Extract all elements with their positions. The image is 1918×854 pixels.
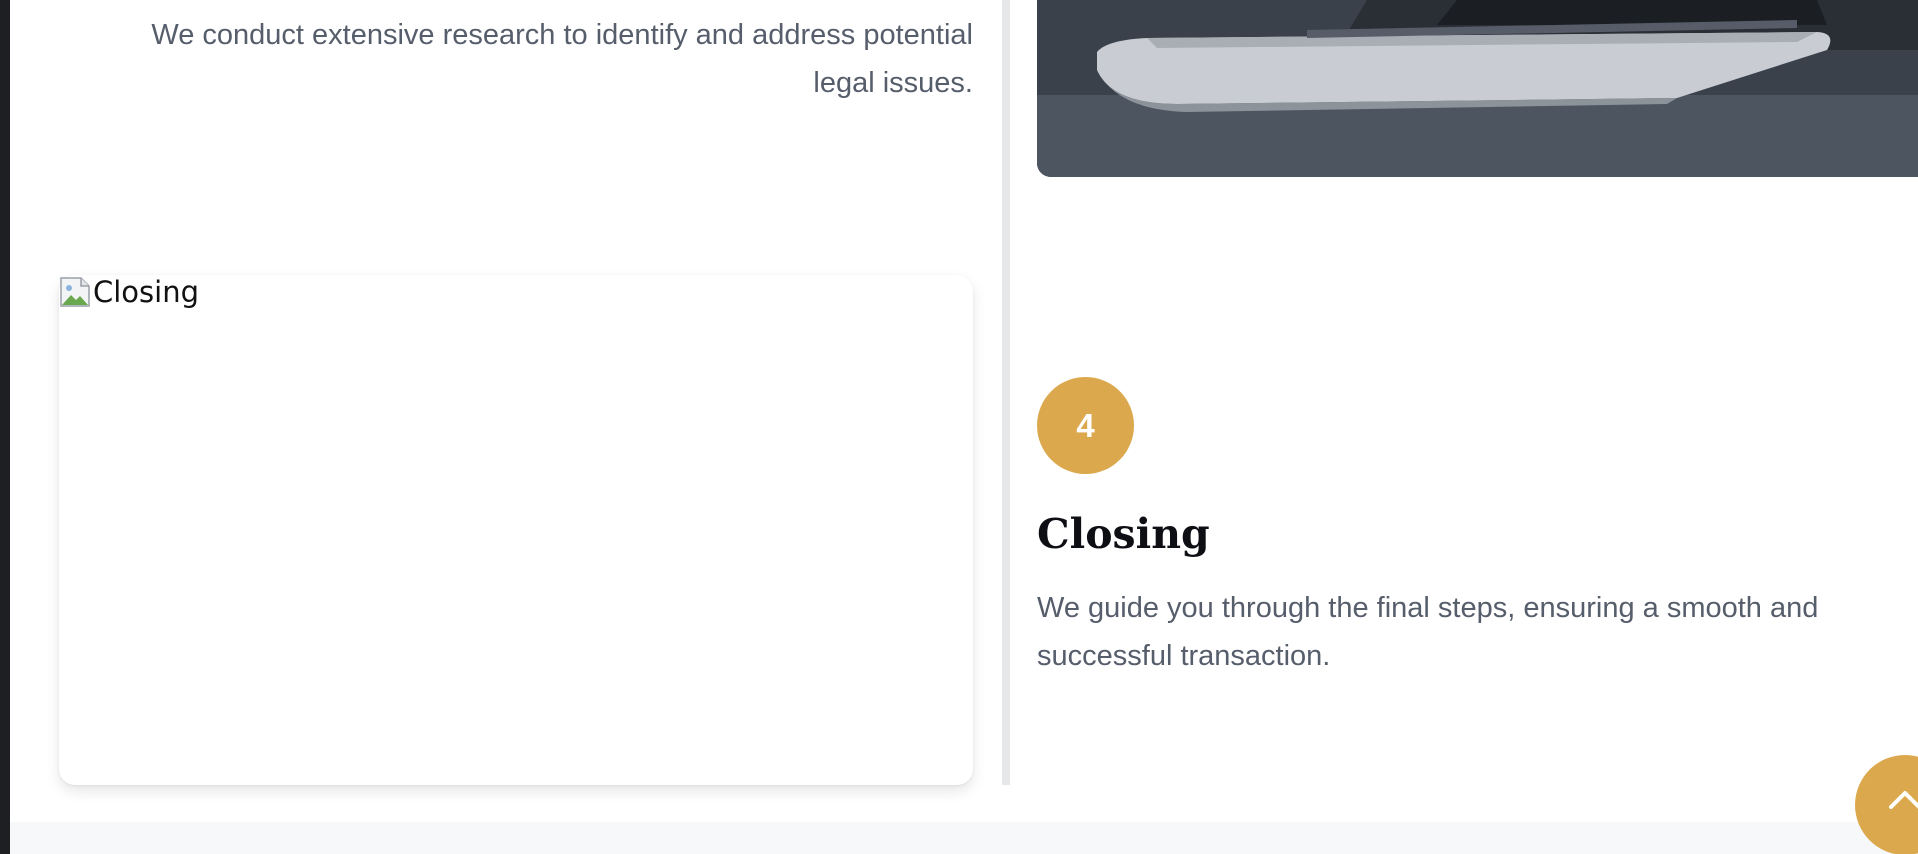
previous-step-description: We conduct extensive research to identif… xyxy=(151,19,973,99)
previous-step-image xyxy=(1037,0,1918,177)
closing-image: Closing xyxy=(59,273,199,311)
chevron-up-icon xyxy=(1889,791,1918,809)
page: We conduct extensive research to identif… xyxy=(0,0,1918,854)
image-alt-text: Closing xyxy=(93,275,200,309)
step-description: We guide you through the final steps, en… xyxy=(1037,592,1819,672)
timeline-line xyxy=(1002,0,1010,785)
laptop-photo xyxy=(1037,0,1918,177)
step-title: Closing xyxy=(1037,510,1210,558)
window-edge xyxy=(0,0,10,854)
section-bottom-band xyxy=(10,822,1918,854)
broken-image-icon xyxy=(60,277,90,307)
step-number-badge: 4 xyxy=(1037,377,1134,474)
step-image-card: Closing xyxy=(59,275,973,785)
